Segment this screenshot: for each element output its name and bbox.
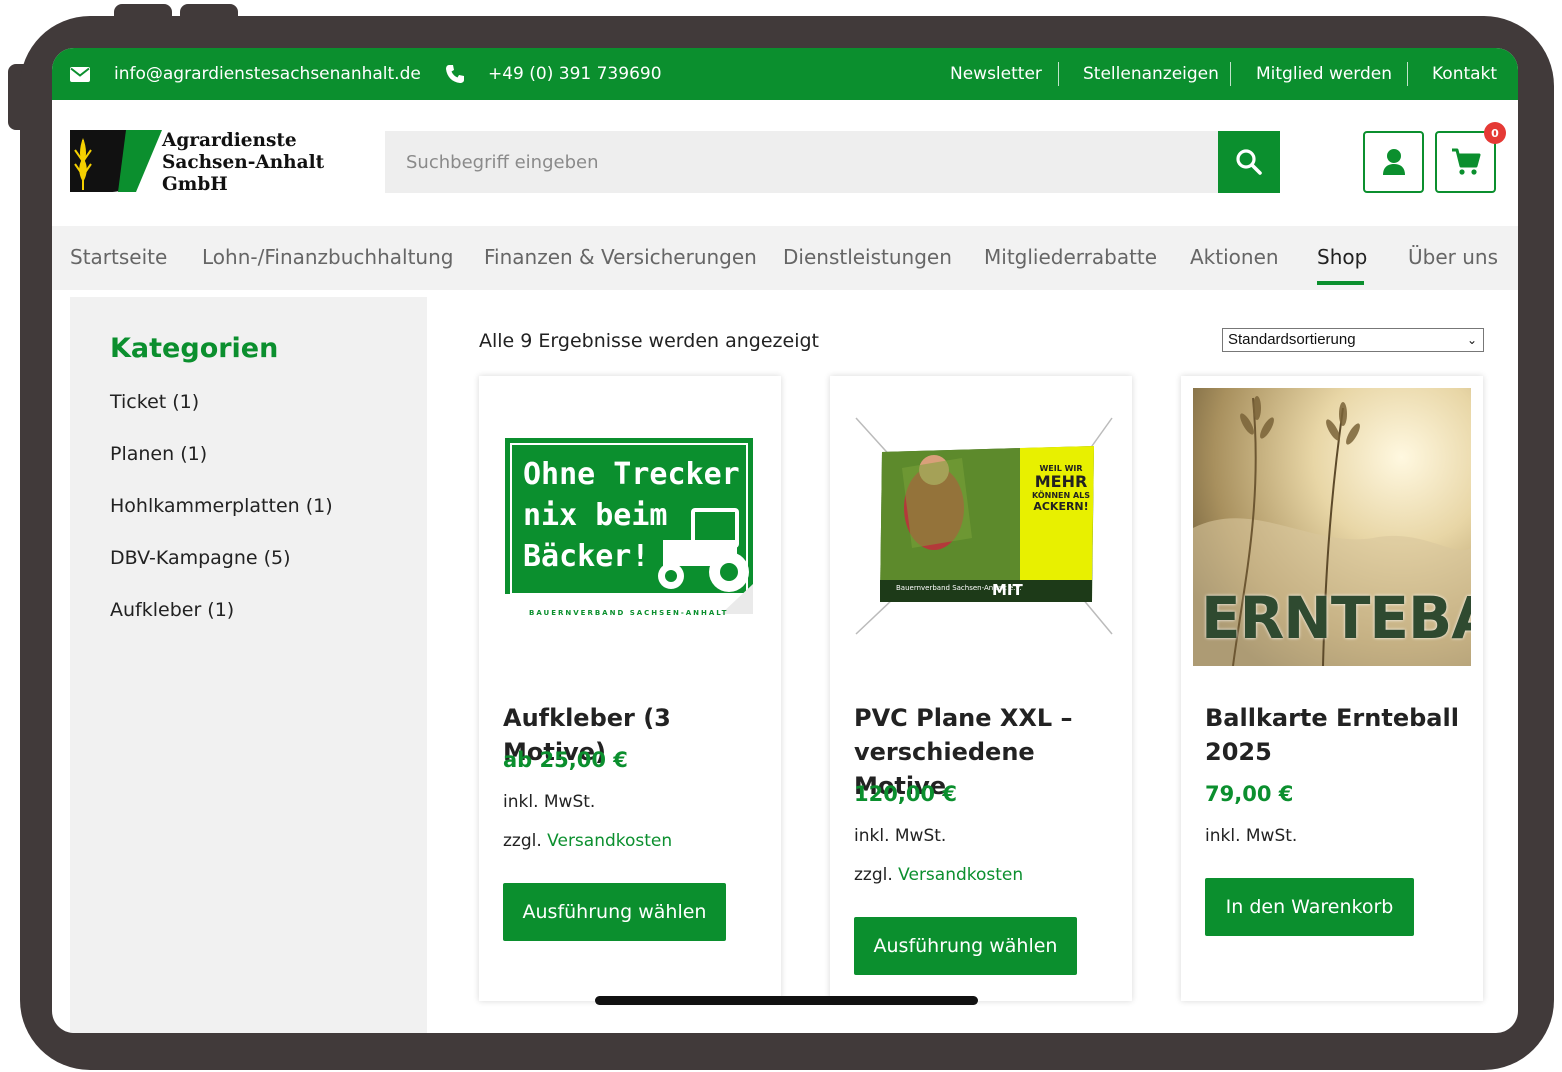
nav-item-aktionen[interactable]: Aktionen (1190, 226, 1279, 290)
banner-mit: MIT (992, 581, 1023, 599)
results-count: Alle 9 Ergebnisse werden angezeigt (479, 330, 819, 352)
product-image-ernteball[interactable]: ERNTEBA (1193, 388, 1471, 666)
sort-select[interactable]: Standardsortierung ⌄ (1222, 328, 1484, 352)
banner-text: WEIL WIR MEHR KÖNNEN ALS ACKERN! (1030, 464, 1092, 513)
product-image-sticker[interactable]: Ohne Trecker nix beim Bäcker! BAUERNVERB… (491, 388, 769, 666)
divider (1230, 62, 1231, 86)
nav-item-dienstleistungen[interactable]: Dienstleistungen (783, 226, 952, 290)
search-button[interactable] (1218, 131, 1280, 193)
shipping-prefix: zzgl. (854, 865, 893, 885)
product-shipping: zzgl. Versandkosten (854, 865, 1023, 885)
topbar-link-mitglied-werden[interactable]: Mitglied werden (1256, 48, 1392, 100)
header: Agrardienste Sachsen-Anhalt GmbH 0 (52, 100, 1518, 226)
banner-line: KÖNNEN ALS (1031, 491, 1091, 500)
category-dbv-kampagne[interactable]: DBV-Kampagne (5) (110, 547, 291, 569)
logo-text: Agrardienste Sachsen-Anhalt GmbH (162, 130, 324, 196)
product-card[interactable]: WEIL WIR MEHR KÖNNEN ALS ACKERN! Bauernv… (830, 376, 1132, 1001)
divider (1407, 62, 1408, 86)
category-ticket[interactable]: Ticket (1) (110, 391, 199, 413)
cart-icon (1451, 148, 1480, 175)
search-input[interactable] (385, 131, 1218, 193)
nav-item-finanzen-versicherungen[interactable]: Finanzen & Versicherungen (484, 226, 757, 290)
product-price: 120,00 € (854, 782, 957, 806)
add-to-cart-button[interactable]: In den Warenkorb (1205, 878, 1414, 936)
topbar-link-newsletter[interactable]: Newsletter (950, 48, 1042, 100)
product-vat: inkl. MwSt. (503, 792, 596, 812)
sidebar-title: Kategorien (110, 333, 279, 364)
nav-item-ueber-uns[interactable]: Über uns (1408, 226, 1498, 290)
product-shipping: zzgl. Versandkosten (503, 831, 672, 851)
sticker-text: Ohne Trecker nix beim Bäcker! (523, 454, 740, 577)
divider (1058, 62, 1059, 86)
topbar-link-stellenanzeigen[interactable]: Stellenanzeigen (1083, 48, 1219, 100)
sort-selected-value: Standardsortierung (1228, 331, 1356, 348)
logo-mark-icon (70, 130, 162, 192)
ernteball-text: ERNTEBA (1201, 584, 1471, 652)
product-card[interactable]: ERNTEBA Ballkarte Ernteball 2025 79,00 €… (1181, 376, 1483, 1001)
screen: info@agrardienstesachsenanhalt.de +49 (0… (52, 48, 1518, 1033)
cart-count-badge: 0 (1484, 122, 1506, 144)
account-button[interactable] (1363, 131, 1424, 193)
logo-line-2: Sachsen-Anhalt (162, 152, 325, 173)
choose-option-button[interactable]: Ausführung wählen (503, 883, 726, 941)
phone-icon (445, 48, 465, 100)
home-indicator[interactable] (595, 996, 978, 1005)
email-link[interactable]: info@agrardienstesachsenanhalt.de (114, 48, 421, 100)
envelope-icon (70, 48, 90, 100)
product-card[interactable]: Ohne Trecker nix beim Bäcker! BAUERNVERB… (479, 376, 781, 1001)
product-image-banner[interactable]: WEIL WIR MEHR KÖNNEN ALS ACKERN! Bauernv… (842, 388, 1120, 666)
sticker-footer: BAUERNVERBAND SACHSEN-ANHALT (529, 609, 729, 617)
product-vat: inkl. MwSt. (854, 826, 947, 846)
category-hohlkammerplatten[interactable]: Hohlkammerplatten (1) (110, 495, 333, 517)
banner-line: ACKERN! (1033, 500, 1089, 513)
banner-line: MEHR (1034, 472, 1088, 491)
nav-item-mitgliederrabatte[interactable]: Mitgliederrabatte (984, 226, 1157, 290)
logo[interactable]: Agrardienste Sachsen-Anhalt GmbH (70, 130, 370, 196)
logo-line-3: GmbH (162, 174, 228, 195)
user-icon (1382, 149, 1405, 175)
sticker-line: Ohne Trecker (523, 457, 740, 492)
category-sidebar: Kategorien Ticket (1) Planen (1) Hohlkam… (70, 297, 427, 1033)
product-price: ab 25,00 € (503, 748, 628, 772)
search-bar (385, 131, 1280, 193)
search-icon (1236, 149, 1262, 175)
category-planen[interactable]: Planen (1) (110, 443, 207, 465)
shipping-prefix: zzgl. (503, 831, 542, 851)
choose-option-button[interactable]: Ausführung wählen (854, 917, 1077, 975)
shipping-link[interactable]: Versandkosten (547, 831, 672, 851)
nav-item-startseite[interactable]: Startseite (70, 226, 167, 290)
product-title[interactable]: Ballkarte Ernteball 2025 (1205, 701, 1465, 769)
sticker-line: nix beim (523, 498, 668, 533)
shipping-link[interactable]: Versandkosten (898, 865, 1023, 885)
sticker-line: Bäcker! (523, 539, 650, 574)
logo-line-1: Agrardienste (162, 130, 297, 151)
main-nav: Startseite Lohn-/Finanzbuchhaltung Finan… (52, 226, 1518, 290)
chevron-down-icon: ⌄ (1466, 333, 1477, 347)
top-bar: info@agrardienstesachsenanhalt.de +49 (0… (52, 48, 1518, 100)
active-nav-indicator (1317, 281, 1364, 285)
product-vat: inkl. MwSt. (1205, 826, 1298, 846)
category-aufkleber[interactable]: Aufkleber (1) (110, 599, 234, 621)
product-price: 79,00 € (1205, 782, 1294, 806)
phone-link[interactable]: +49 (0) 391 739690 (488, 48, 662, 100)
topbar-link-kontakt[interactable]: Kontakt (1432, 48, 1497, 100)
nav-item-lohn-finanzbuchhaltung[interactable]: Lohn-/Finanzbuchhaltung (202, 226, 453, 290)
